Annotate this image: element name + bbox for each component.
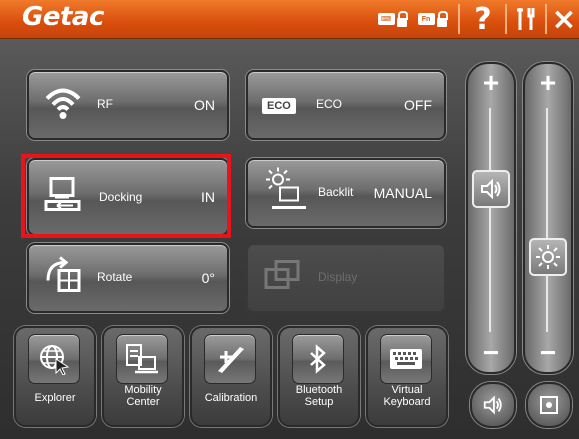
rf-label: RF xyxy=(97,97,113,111)
help-button[interactable]: ? xyxy=(468,0,498,38)
globe-cursor-icon xyxy=(28,334,80,384)
speaker-icon xyxy=(481,178,501,200)
rf-value: ON xyxy=(194,97,215,113)
close-button[interactable]: × xyxy=(550,0,578,38)
display-icon xyxy=(262,258,302,299)
keyboard-label-line2: Keyboard xyxy=(383,396,431,408)
rotate-label: Rotate xyxy=(97,270,133,284)
settings-tools-icon[interactable] xyxy=(512,0,542,38)
screen-brightness-button[interactable] xyxy=(526,382,572,428)
volume-minus-button[interactable]: − xyxy=(468,338,514,368)
selection-highlight xyxy=(21,154,231,238)
wifi-icon xyxy=(43,85,83,126)
getac-logo: Getac xyxy=(22,2,104,32)
title-separator xyxy=(505,4,507,34)
explorer-label: Explorer xyxy=(34,392,76,404)
backlit-tile[interactable]: Backlit MANUAL xyxy=(246,158,446,228)
backlit-value: MANUAL xyxy=(373,185,432,201)
eco-tile[interactable]: ECO ECO OFF xyxy=(246,70,446,140)
mute-speaker-button[interactable] xyxy=(470,382,516,428)
backlit-label: Backlit xyxy=(318,185,354,199)
mobility-center-icon xyxy=(116,334,168,384)
volume-track[interactable] xyxy=(489,108,491,332)
brightness-slider[interactable]: + − xyxy=(523,62,573,374)
explorer-button[interactable]: Explorer xyxy=(14,326,96,427)
brightness-thumb[interactable] xyxy=(529,238,567,276)
volume-plus-button[interactable]: + xyxy=(468,68,514,98)
bluetooth-label-line1: Bluetooth xyxy=(295,384,343,396)
rotate-tile[interactable]: Rotate 0° xyxy=(27,243,229,313)
title-bar: Getac ⌨ Fn ? × xyxy=(0,0,579,39)
sun-icon xyxy=(536,245,560,269)
eco-battery-icon: ECO xyxy=(262,96,296,114)
virtual-keyboard-button[interactable]: Virtual Keyboard xyxy=(366,326,448,427)
rotate-value: 0° xyxy=(201,270,215,286)
calibration-stylus-icon xyxy=(204,334,256,384)
brightness-plus-button[interactable]: + xyxy=(525,68,571,98)
mobility-label-line2: Center xyxy=(126,396,160,408)
backlight-laptop-icon xyxy=(262,167,308,219)
rf-tile[interactable]: RF ON xyxy=(27,70,229,140)
speaker-icon xyxy=(483,395,502,415)
mobility-label-line1: Mobility xyxy=(124,384,162,396)
screen-icon xyxy=(540,396,558,414)
mobility-center-button[interactable]: Mobility Center xyxy=(102,326,184,427)
title-separator xyxy=(545,4,547,34)
keyboard-label-line1: Virtual xyxy=(391,384,423,396)
brightness-track[interactable] xyxy=(546,108,548,332)
display-tile: Display xyxy=(246,243,446,313)
bluetooth-label-line2: Setup xyxy=(304,396,334,408)
bluetooth-setup-button[interactable]: Bluetooth Setup xyxy=(278,326,360,427)
volume-slider[interactable]: + − xyxy=(466,62,516,374)
volume-thumb[interactable] xyxy=(472,170,510,208)
calibration-label: Calibration xyxy=(204,392,258,404)
bluetooth-icon xyxy=(292,334,344,384)
keyboard-icon xyxy=(380,334,432,384)
display-label: Display xyxy=(318,270,358,284)
eco-label: ECO xyxy=(316,97,343,111)
calibration-button[interactable]: Calibration xyxy=(190,326,272,427)
brightness-minus-button[interactable]: − xyxy=(525,338,571,368)
fn-lock-icon[interactable]: Fn xyxy=(412,0,452,38)
eco-value: OFF xyxy=(404,97,432,113)
title-separator xyxy=(458,4,460,34)
rotate-icon xyxy=(43,256,83,300)
keyboard-lock-icon[interactable]: ⌨ xyxy=(372,0,412,38)
